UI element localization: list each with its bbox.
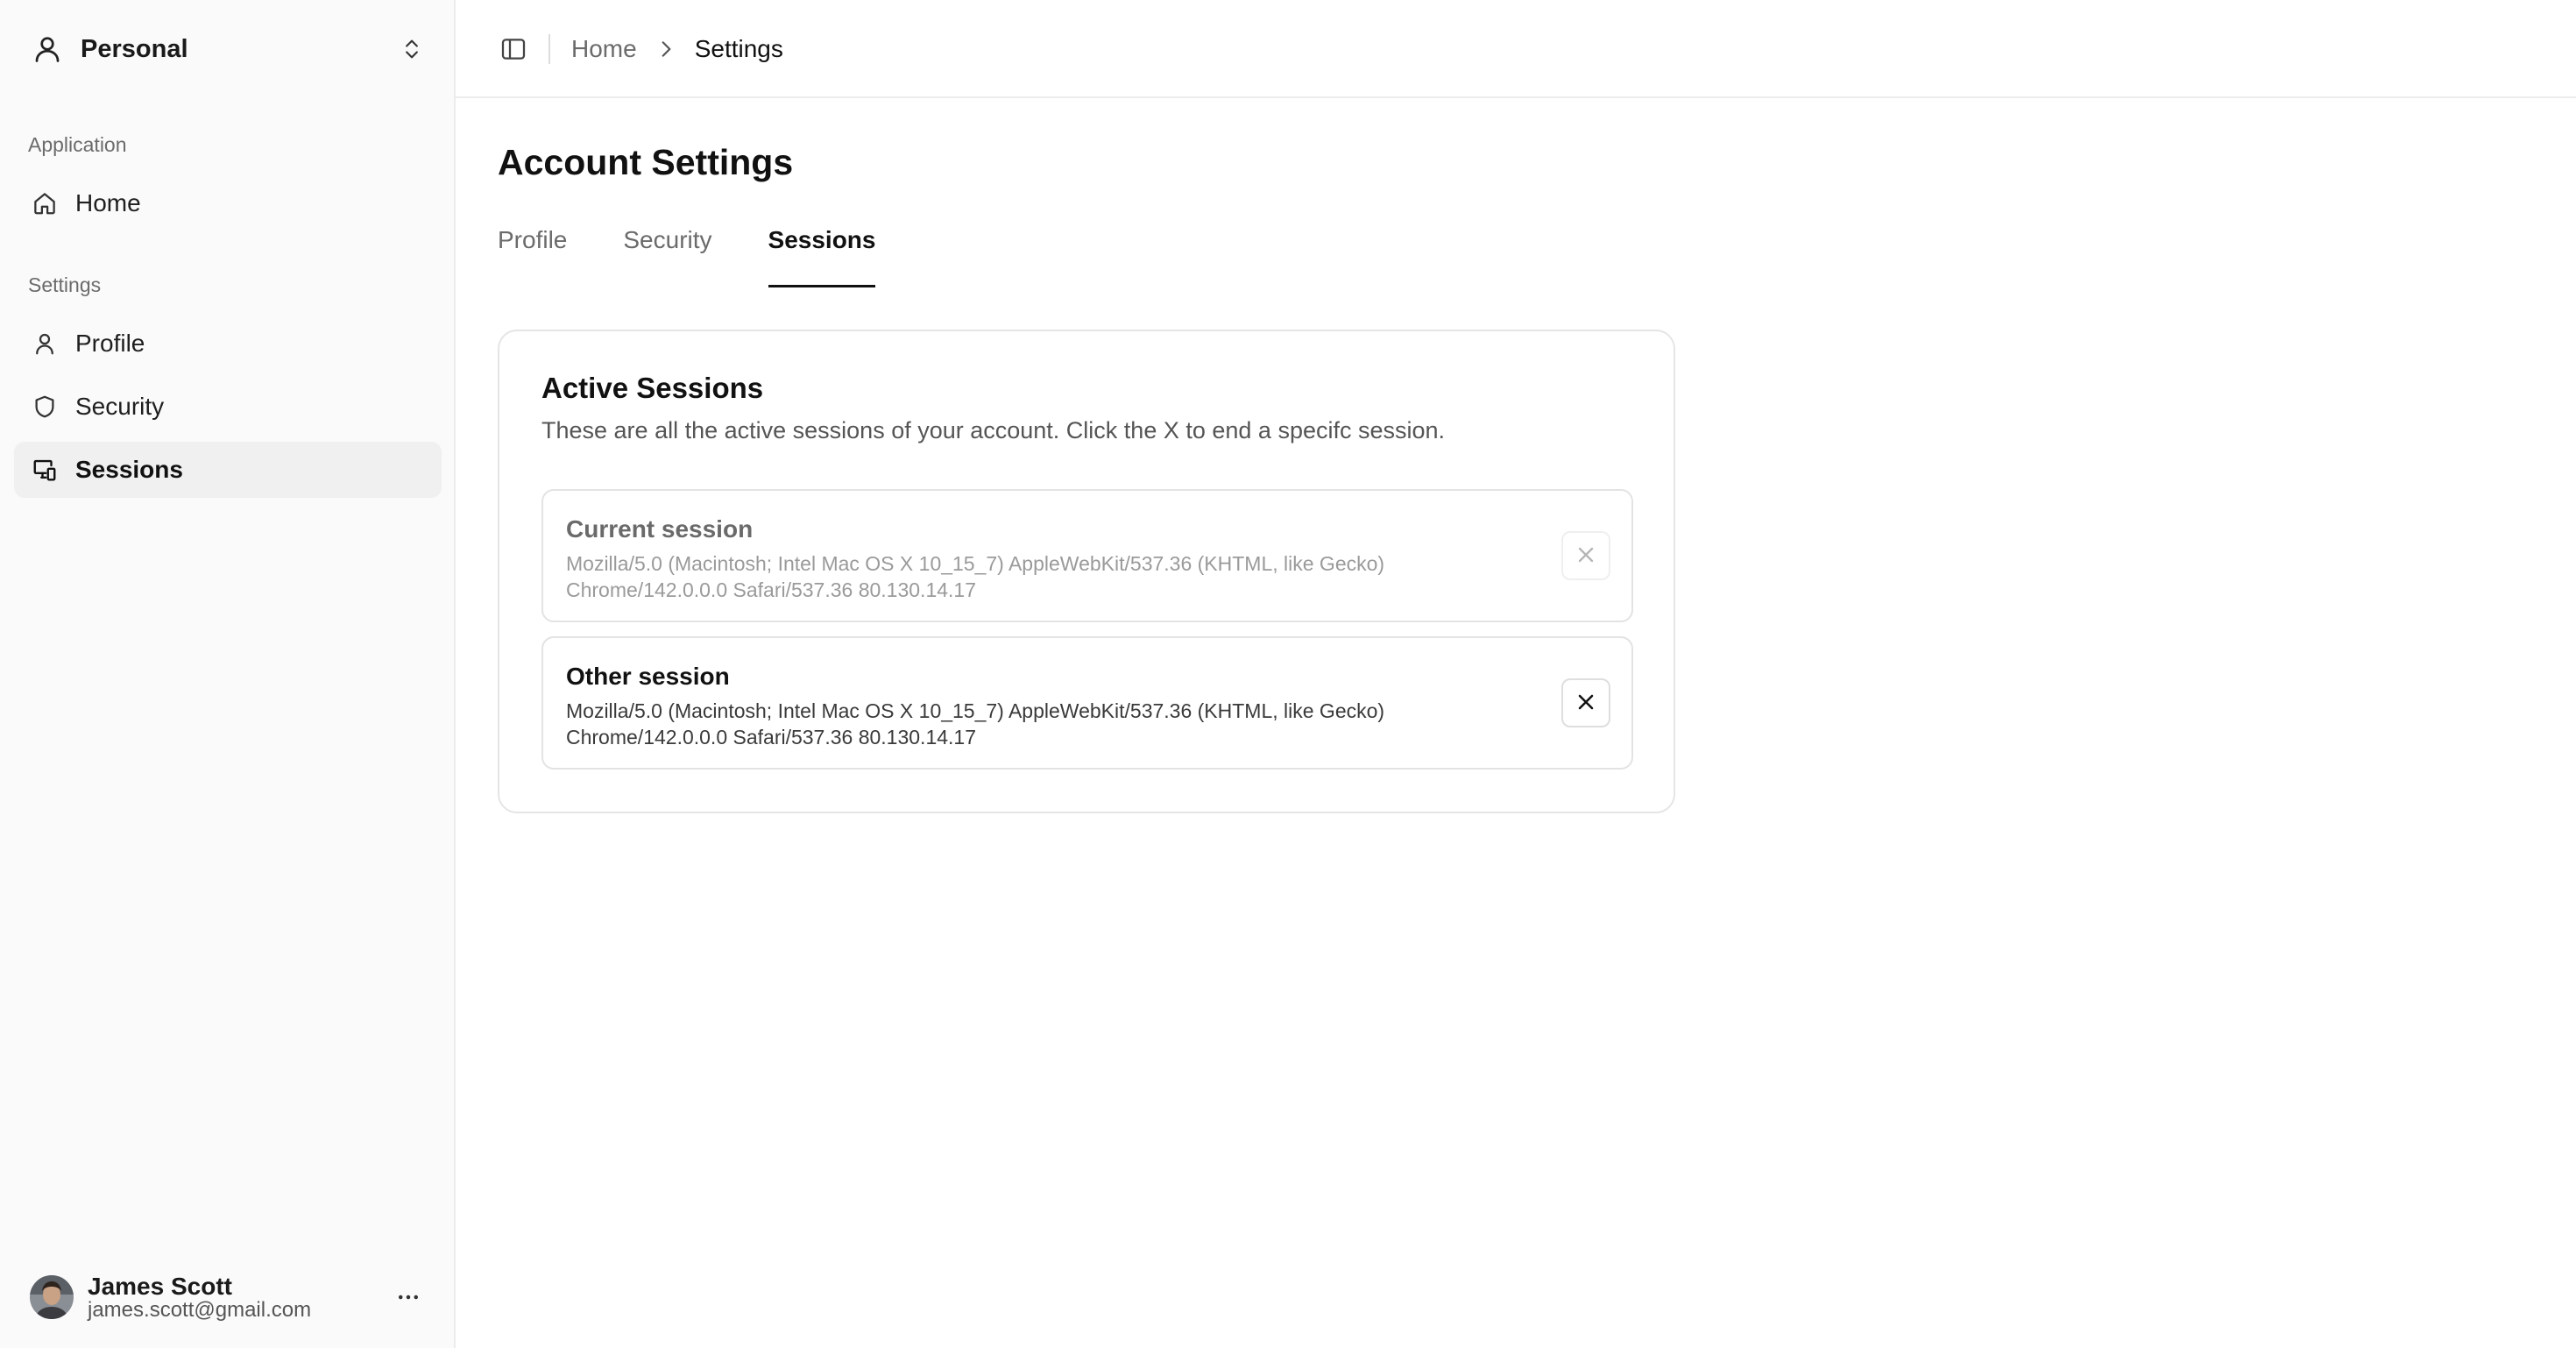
sidebar: Personal Application Home Settings Profi… bbox=[0, 0, 456, 1348]
user-name: James Scott bbox=[88, 1272, 232, 1300]
sidebar-item-label: Sessions bbox=[75, 456, 183, 483]
close-icon bbox=[1574, 690, 1598, 717]
page-title: Account Settings bbox=[498, 142, 794, 182]
main-content: Home Settings Account Settings Profile S… bbox=[456, 0, 2576, 1348]
tab-profile[interactable]: Profile bbox=[498, 221, 567, 287]
user-icon bbox=[30, 329, 60, 358]
session-user-agent: Mozilla/5.0 (Macintosh; Intel Mac OS X 1… bbox=[566, 699, 1385, 748]
devices-icon bbox=[30, 455, 60, 485]
user-info: James Scott james.scott@gmail.com bbox=[88, 1272, 391, 1323]
sidebar-item-label: Home bbox=[75, 189, 141, 216]
sidebar-item-label: Security bbox=[75, 393, 165, 420]
chevrons-up-down-icon bbox=[400, 37, 424, 61]
app-root: Personal Application Home Settings Profi… bbox=[0, 0, 2576, 1348]
breadcrumb-home-link[interactable]: Home bbox=[571, 35, 637, 63]
workspace-name: Personal bbox=[81, 34, 188, 63]
topbar: Home Settings bbox=[456, 0, 2576, 98]
settings-tabs: Profile Security Sessions bbox=[498, 221, 931, 287]
user-menu[interactable]: James Scott james.scott@gmail.com bbox=[14, 1264, 442, 1330]
active-sessions-card: Active Sessions These are all the active… bbox=[498, 330, 1675, 813]
avatar bbox=[30, 1275, 74, 1319]
shield-icon bbox=[30, 392, 60, 422]
session-name: Current session bbox=[566, 515, 754, 543]
end-session-button-other[interactable] bbox=[1561, 678, 1610, 727]
topbar-inner: Home Settings bbox=[494, 0, 783, 98]
sidebar-item-home[interactable]: Home bbox=[14, 175, 442, 231]
home-icon bbox=[30, 188, 60, 218]
end-session-button-current[interactable] bbox=[1561, 531, 1610, 580]
session-item-other: Other session Mozilla/5.0 (Macintosh; In… bbox=[541, 636, 1633, 770]
user-icon bbox=[32, 33, 63, 65]
workspace-switcher[interactable]: Personal bbox=[14, 18, 442, 81]
nav-group-label-application: Application bbox=[28, 133, 127, 156]
sidebar-item-profile[interactable]: Profile bbox=[14, 316, 442, 372]
sidebar-toggle-icon[interactable] bbox=[494, 30, 533, 68]
card-description: These are all the active sessions of you… bbox=[541, 417, 1446, 443]
session-user-agent: Mozilla/5.0 (Macintosh; Intel Mac OS X 1… bbox=[566, 552, 1385, 601]
tab-security[interactable]: Security bbox=[623, 221, 711, 287]
nav-group-label-settings: Settings bbox=[28, 273, 102, 296]
sidebar-item-label: Profile bbox=[75, 330, 145, 357]
tab-sessions[interactable]: Sessions bbox=[768, 221, 875, 287]
chevron-right-icon bbox=[653, 36, 679, 62]
card-title: Active Sessions bbox=[541, 372, 764, 404]
breadcrumb-current: Settings bbox=[694, 35, 783, 62]
ellipsis-icon[interactable] bbox=[391, 1280, 426, 1315]
user-email: james.scott@gmail.com bbox=[88, 1298, 312, 1323]
divider bbox=[548, 34, 550, 64]
session-name: Other session bbox=[566, 663, 730, 690]
sidebar-item-sessions[interactable]: Sessions bbox=[14, 442, 442, 498]
sidebar-item-security[interactable]: Security bbox=[14, 379, 442, 435]
close-icon bbox=[1574, 543, 1598, 570]
breadcrumb: Home Settings bbox=[571, 35, 783, 63]
session-item-current: Current session Mozilla/5.0 (Macintosh; … bbox=[541, 489, 1633, 622]
